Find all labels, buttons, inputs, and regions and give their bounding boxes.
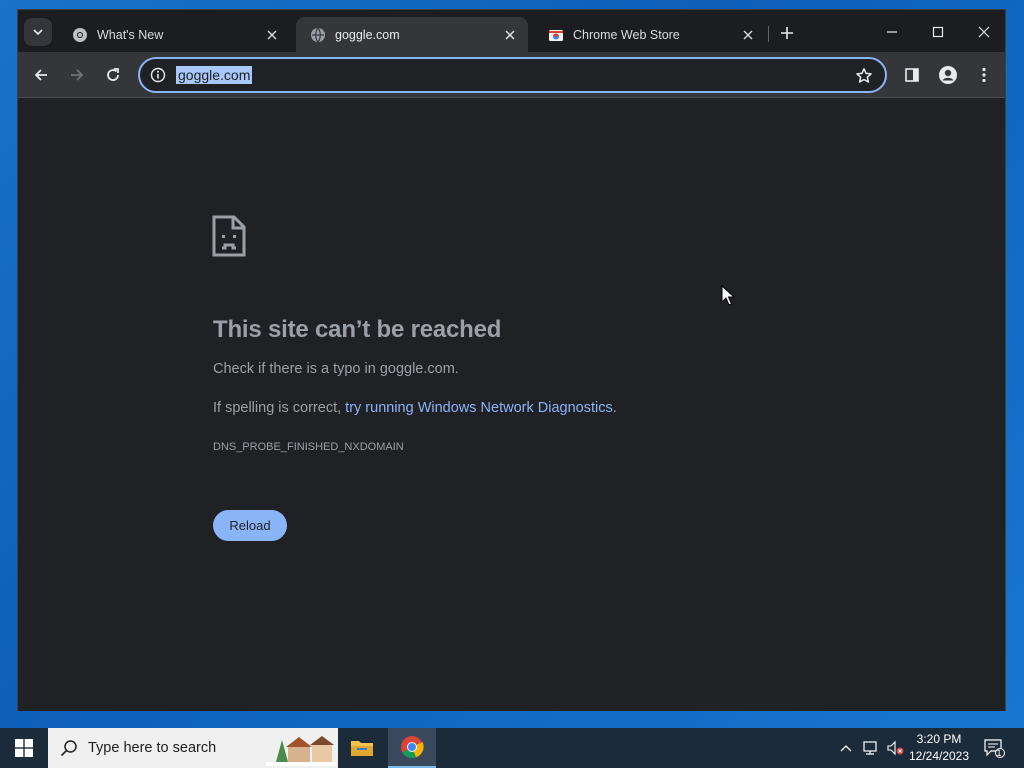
- clock-date: 12/24/2023: [908, 749, 970, 763]
- tab-title: goggle.com: [335, 27, 400, 42]
- browser-toolbar: goggle.com: [18, 52, 1005, 98]
- tab-separator: [768, 26, 769, 42]
- web-store-icon: [549, 29, 563, 41]
- forward-arrow-icon: [71, 69, 84, 81]
- minimize-icon: [887, 31, 897, 33]
- chrome-taskbar-button[interactable]: [388, 728, 436, 768]
- tab-title: Chrome Web Store: [573, 27, 680, 42]
- back-arrow-icon: [34, 69, 47, 81]
- forward-button[interactable]: [62, 60, 92, 90]
- profile-avatar-icon: [939, 66, 957, 84]
- plus-icon: [781, 27, 793, 39]
- maximize-icon: [932, 26, 944, 38]
- network-diagnostics-link[interactable]: try running Windows Network Diagnostics: [345, 400, 613, 416]
- browser-window: What's New goggle.com Chrome Web Store g…: [17, 9, 1006, 711]
- globe-icon: [311, 27, 325, 42]
- error-diagnostics-prefix: If spelling is correct,: [213, 400, 346, 416]
- close-window-button[interactable]: [961, 18, 1007, 46]
- reload-icon: [107, 68, 119, 81]
- reload-toolbar-button[interactable]: [98, 60, 128, 90]
- profile-button[interactable]: [933, 60, 963, 90]
- tab-search-button[interactable]: [24, 18, 52, 46]
- side-panel-icon: [905, 68, 919, 82]
- kebab-menu-icon: [982, 67, 986, 83]
- sad-document-icon: [212, 215, 246, 257]
- taskbar: Type here to search 3:20 PM 12/24/2023 1: [0, 728, 1024, 768]
- tab-chrome-web-store[interactable]: Chrome Web Store: [534, 17, 766, 52]
- taskbar-search-placeholder: Type here to search: [88, 740, 217, 756]
- address-bar[interactable]: goggle.com: [138, 57, 887, 93]
- network-status-button[interactable]: [860, 728, 882, 768]
- new-tab-button[interactable]: [776, 22, 798, 44]
- site-info-icon[interactable]: [150, 67, 166, 83]
- chrome-logo-icon: [73, 27, 87, 42]
- minimize-button[interactable]: [869, 18, 915, 46]
- menu-button[interactable]: [969, 60, 999, 90]
- taskbar-search-box[interactable]: Type here to search: [48, 728, 338, 768]
- show-hidden-icons-button[interactable]: [836, 728, 856, 768]
- tab-whats-new[interactable]: What's New: [58, 17, 290, 52]
- chevron-down-icon: [33, 29, 43, 36]
- mouse-cursor-icon: [721, 285, 735, 306]
- tab-title: What's New: [97, 27, 164, 42]
- search-highlight-illustration-icon[interactable]: [266, 732, 336, 766]
- error-page: This site can’t be reached Check if ther…: [18, 99, 1005, 711]
- side-panel-button[interactable]: [897, 60, 927, 90]
- volume-button[interactable]: [884, 728, 906, 768]
- error-diagnostics-hint: If spelling is correct, try running Wind…: [213, 400, 617, 416]
- file-explorer-taskbar-button[interactable]: [338, 728, 386, 768]
- taskbar-clock[interactable]: 3:20 PM 12/24/2023: [906, 731, 972, 765]
- action-center-button[interactable]: 1: [980, 728, 1008, 768]
- error-typo-hint: Check if there is a typo in goggle.com.: [213, 361, 459, 377]
- maximize-button[interactable]: [915, 18, 961, 46]
- close-tab-icon[interactable]: [740, 27, 756, 43]
- tab-goggle[interactable]: goggle.com: [296, 17, 528, 52]
- error-diagnostics-suffix: .: [612, 400, 617, 416]
- clock-time: 3:20 PM: [916, 732, 962, 746]
- windows-logo-icon: [15, 739, 33, 757]
- tab-strip: What's New goggle.com Chrome Web Store: [18, 10, 1005, 52]
- notification-count: 1: [996, 748, 1002, 758]
- address-bar-url[interactable]: goggle.com: [176, 66, 253, 84]
- back-button[interactable]: [26, 60, 56, 90]
- volume-muted-icon: [887, 740, 904, 756]
- close-icon: [978, 26, 990, 38]
- chevron-up-icon: [840, 745, 852, 752]
- close-tab-icon[interactable]: [264, 27, 280, 43]
- search-icon: [60, 740, 77, 757]
- folder-icon: [351, 741, 373, 756]
- network-icon: [863, 741, 877, 755]
- error-code: DNS_PROBE_FINISHED_NXDOMAIN: [213, 441, 404, 453]
- start-button[interactable]: [0, 728, 48, 768]
- chrome-logo-icon: [401, 736, 424, 759]
- error-title: This site can’t be reached: [213, 316, 502, 343]
- reload-button[interactable]: Reload: [213, 510, 287, 541]
- close-tab-icon[interactable]: [502, 27, 518, 43]
- bookmark-star-icon[interactable]: [855, 67, 873, 85]
